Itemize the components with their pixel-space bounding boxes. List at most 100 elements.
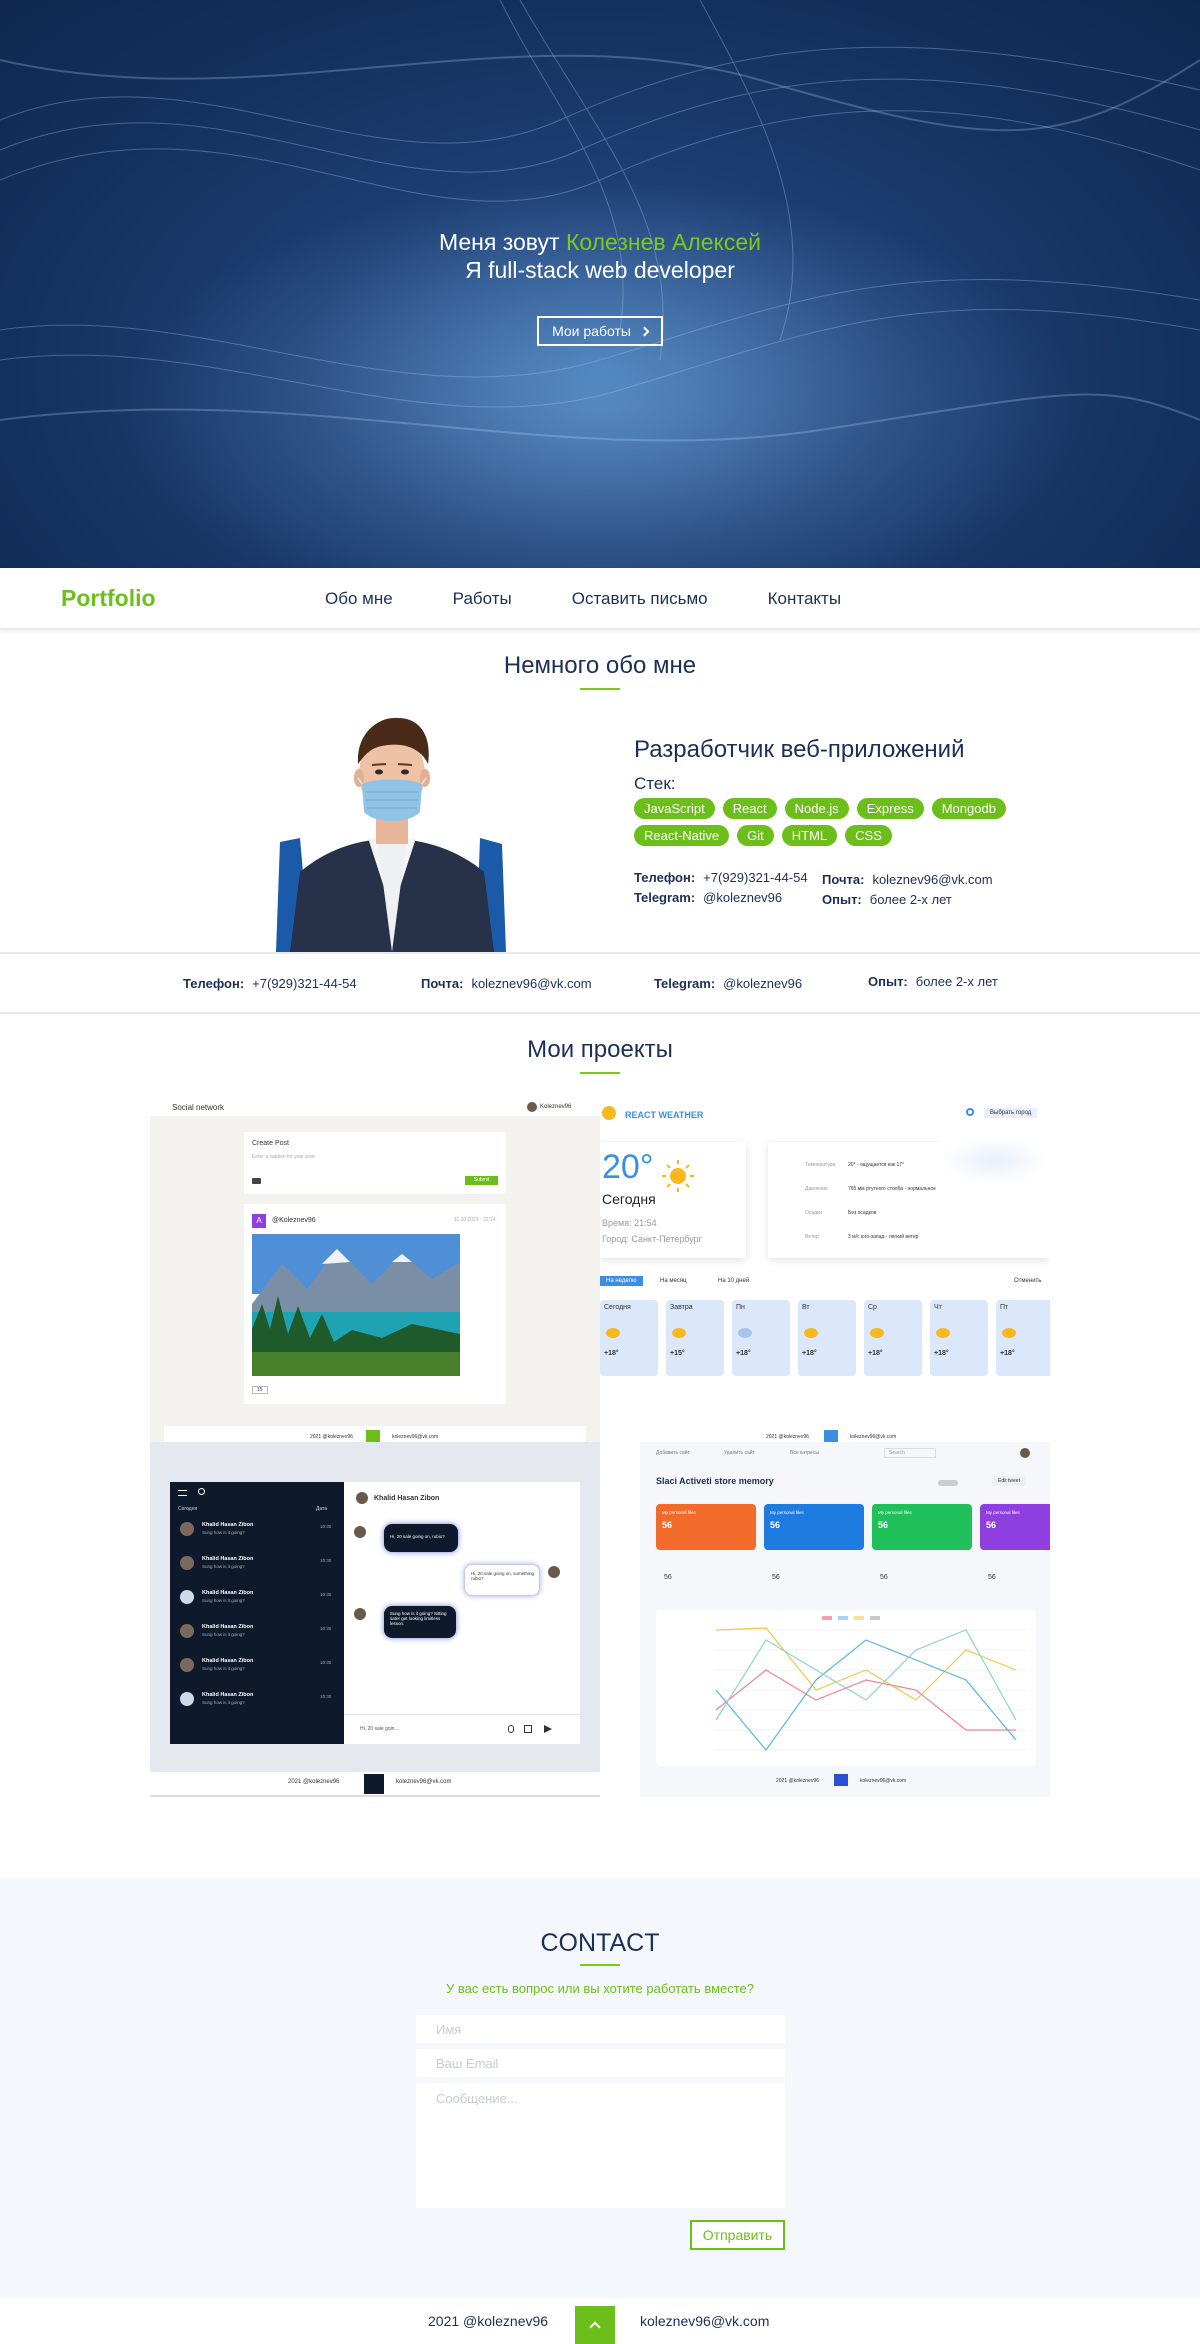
- stack-tag: JavaScript: [634, 798, 715, 819]
- detail-label: Давление: [805, 1186, 828, 1192]
- contact-title-underline: [580, 1964, 620, 1966]
- logo[interactable]: Portfolio: [61, 585, 156, 612]
- dash-up-button: [834, 1774, 848, 1786]
- chat-window: Khalid Hasan Zibon Hi, 20 sale going on,…: [344, 1482, 580, 1744]
- post-likes: 15: [252, 1386, 268, 1394]
- chat-preview: Sung how is it going?: [202, 1700, 245, 1705]
- dash-edit-button: Edit tweet: [992, 1476, 1026, 1486]
- name-field[interactable]: [416, 2015, 785, 2043]
- project-react-weather[interactable]: REACT WEATHER Выбрать город 20° Сегодня …: [600, 1096, 1050, 1442]
- hero-name: Колезнев Алексей: [565, 229, 762, 255]
- stack-tag: Node.js: [784, 798, 849, 819]
- weather-footer-right: koleznev96@vk.com: [850, 1434, 897, 1440]
- hero-background-waves: [0, 0, 1200, 568]
- email-field[interactable]: [416, 2049, 785, 2077]
- my-works-button[interactable]: Мои работы: [537, 316, 663, 346]
- strip-email: Почта: koleznev96@vk.com: [421, 976, 592, 991]
- project-dashboard[interactable]: Добавить сайт Удалить сайт Все катресы S…: [640, 1442, 1050, 1797]
- chat-sidebar: Сегодня Дата Khalid Hasan Zibon Sung how …: [170, 1482, 344, 1744]
- contact-title: CONTACT: [540, 1929, 660, 1957]
- forecast-weather-icon: [804, 1328, 818, 1338]
- about-telegram-label: Telegram:: [634, 890, 696, 905]
- dash-footer-right: koleznev96@vk.com: [860, 1778, 907, 1784]
- about-exp-label: Опыт:: [822, 892, 862, 907]
- stat-card-title: My personal files: [986, 1510, 1020, 1515]
- forecast-day: Пт +18°: [996, 1300, 1050, 1376]
- stat-value: 56: [988, 1574, 996, 1581]
- message-input: Hi, 20 sale goin...: [360, 1726, 399, 1732]
- stat-card-value: 56: [878, 1520, 889, 1530]
- forecast-weather-icon: [936, 1328, 950, 1338]
- social-app-name: Social network: [172, 1103, 225, 1112]
- divider: [344, 1714, 580, 1715]
- project-social-network[interactable]: Social network Koleznev96 Create Post En…: [150, 1096, 600, 1442]
- stat-card: My personal files 56: [872, 1504, 972, 1550]
- detail-label: Осадки: [805, 1210, 823, 1216]
- dash-footer-left: 2021 @koleznev96: [776, 1778, 819, 1784]
- chat-sort: Дата: [316, 1506, 328, 1512]
- message-text: Hi, 20 sale going on, something rubio?: [471, 1571, 535, 1581]
- nav-item-works[interactable]: Работы: [453, 589, 512, 609]
- tab-10days: На 10 дней: [718, 1278, 750, 1284]
- strip-telegram: Telegram: @koleznev96: [654, 976, 802, 991]
- file-icon: [524, 1725, 532, 1733]
- chat-preview: Sung how is it going?: [202, 1666, 245, 1671]
- detail-value: 765 мм ртутного столба - нормальное: [848, 1186, 936, 1192]
- avatar: [356, 1492, 368, 1504]
- chat-contact-name: Khalid Hasan Zibon: [202, 1624, 254, 1630]
- message-field[interactable]: [416, 2083, 785, 2208]
- chat-time: 10:30: [320, 1694, 332, 1699]
- social-footer-right: koleznev96@vk.com: [392, 1434, 439, 1440]
- theme-icon: [966, 1108, 974, 1116]
- chat-footer-left: 2021 @koleznev96: [288, 1779, 340, 1785]
- about-phone-value: +7(929)321-44-54: [703, 870, 808, 885]
- stat-card: My personal files 56: [764, 1504, 864, 1550]
- chevron-right-icon: [639, 326, 650, 336]
- hero-subtitle: Я full-stack web developer: [465, 257, 735, 283]
- strip-phone-value: +7(929)321-44-54: [252, 976, 357, 991]
- strip-telegram-value: @koleznev96: [723, 976, 803, 991]
- nav-item-about[interactable]: Обо мне: [325, 589, 393, 609]
- chat-preview: Sung how is it going?: [202, 1530, 245, 1535]
- avatar: [527, 1102, 537, 1112]
- message-text: Hi, 20 sale going on, rubio?: [390, 1534, 445, 1539]
- stack-tag: Git: [737, 825, 774, 846]
- avatar: [1020, 1448, 1030, 1458]
- about-telegram-value: @koleznev96: [703, 890, 783, 905]
- project-chat-app[interactable]: Сегодня Дата Khalid Hasan Zibon Sung how …: [150, 1442, 600, 1797]
- dash-search: Search: [884, 1448, 936, 1458]
- message-bubble: Hi, 20 sale going on, something rubio?: [464, 1564, 540, 1596]
- cloud-image: [940, 1136, 1050, 1186]
- nav-item-letter[interactable]: Оставить письмо: [572, 589, 708, 609]
- forecast-temp: +18°: [736, 1350, 751, 1357]
- forecast-day-label: Чт: [934, 1304, 942, 1311]
- about-exp-value: более 2-х лет: [869, 892, 952, 907]
- forecast-day: Вт +18°: [798, 1300, 856, 1376]
- detail-label: Ветер: [805, 1234, 819, 1240]
- forecast-temp: +15°: [670, 1350, 685, 1357]
- stack-tag: Express: [856, 798, 924, 819]
- avatar: [354, 1608, 366, 1620]
- forecast-temp: +18°: [1000, 1350, 1015, 1357]
- nav-item-contacts[interactable]: Контакты: [768, 589, 841, 609]
- forecast-weather-icon: [672, 1328, 686, 1338]
- city-select: Выбрать город: [984, 1108, 1038, 1118]
- chat-preview: Sung how is it going?: [202, 1598, 245, 1603]
- strip-exp-value: более 2-х лет: [915, 974, 998, 989]
- stat-card-value: 56: [986, 1520, 997, 1530]
- chat-time: 10:30: [320, 1524, 332, 1529]
- strip-email-label: Почта:: [421, 976, 464, 991]
- footer-email[interactable]: koleznev96@vk.com: [640, 2313, 769, 2329]
- scroll-top-button[interactable]: [575, 2306, 615, 2344]
- avatar: [180, 1624, 194, 1638]
- hero-greeting: Меня зовут: [438, 229, 560, 255]
- dash-title: Slaci Activeti store memory: [656, 1476, 774, 1486]
- forecast-day-label: Ср: [868, 1304, 877, 1311]
- stat-card: My personal files 56: [656, 1504, 756, 1550]
- post-author: @Koleznev96: [272, 1217, 316, 1224]
- weather-up-button: [824, 1430, 838, 1442]
- detail-value: 20° - ощущается как 17°: [848, 1162, 905, 1168]
- stack-label: Стек:: [634, 774, 676, 793]
- send-button[interactable]: Отправить: [690, 2220, 785, 2250]
- line-chart: [715, 1616, 1026, 1751]
